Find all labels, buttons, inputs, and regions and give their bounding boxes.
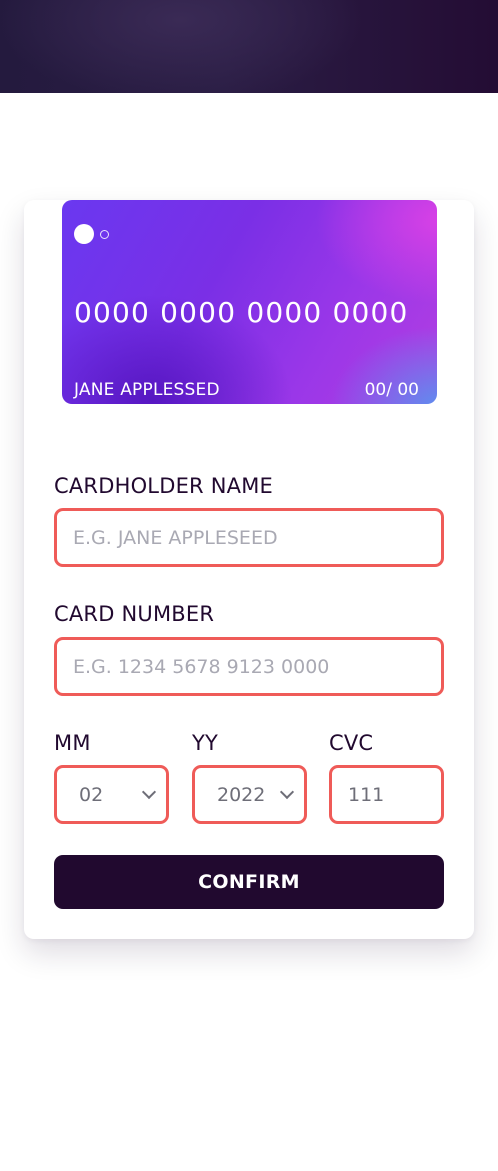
- card-front-preview: 0000 0000 0000 0000 JANE APPLESSED 00/ 0…: [62, 200, 437, 404]
- chevron-down-icon: [141, 784, 157, 799]
- confirm-button-label: CONFIRM: [198, 871, 300, 893]
- cvc-label: CVC: [329, 731, 374, 755]
- card-number-placeholder: E.G. 1234 5678 9123 0000: [73, 655, 330, 678]
- month-selected-value: 02: [79, 783, 104, 806]
- month-select[interactable]: 02: [54, 765, 169, 824]
- card-number-label: CARD NUMBER: [54, 602, 215, 626]
- cardholder-name-placeholder: E.G. JANE APPLESEED: [73, 526, 278, 549]
- card-number-input[interactable]: E.G. 1234 5678 9123 0000: [54, 637, 444, 696]
- card-expiry-display: 00/ 00: [364, 380, 419, 400]
- card-holder-display: JANE APPLESSED: [74, 380, 220, 400]
- card-logo-circle-icon: [74, 224, 94, 244]
- year-label: YY: [192, 731, 219, 755]
- card-number-display: 0000 0000 0000 0000: [74, 296, 409, 329]
- chevron-down-icon: [279, 784, 295, 799]
- cvc-value: 111: [348, 783, 385, 806]
- header-background: [0, 0, 498, 93]
- year-selected-value: 2022: [217, 783, 266, 806]
- cardholder-name-label: CARDHOLDER NAME: [54, 474, 273, 498]
- card-logo-ring-icon: [100, 230, 109, 239]
- cvc-input[interactable]: 111: [329, 765, 444, 824]
- cardholder-name-input[interactable]: E.G. JANE APPLESEED: [54, 508, 444, 567]
- month-label: MM: [54, 731, 91, 755]
- year-select[interactable]: 2022: [192, 765, 307, 824]
- confirm-button[interactable]: CONFIRM: [54, 855, 444, 909]
